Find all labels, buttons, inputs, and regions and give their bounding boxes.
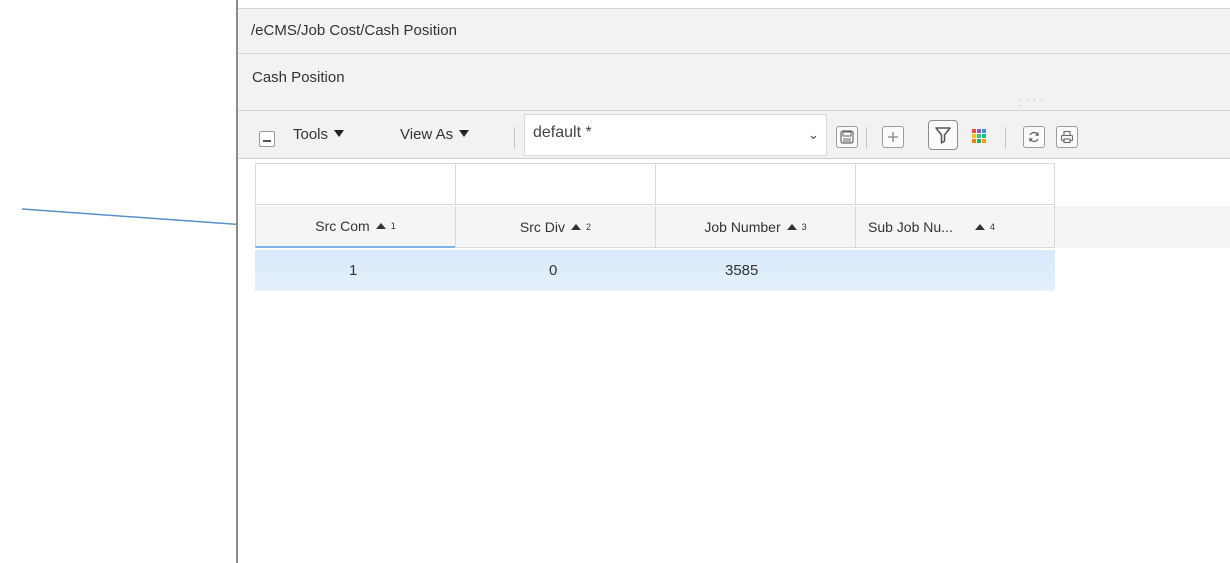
refresh-button[interactable] bbox=[1023, 126, 1045, 148]
column-colors-button[interactable] bbox=[970, 127, 988, 145]
caret-down-icon bbox=[334, 130, 345, 137]
save-icon bbox=[840, 130, 854, 144]
view-as-menu-label: View As bbox=[400, 126, 454, 143]
column-header-row: Src Com 1 Src Div 2 Job Number 3 Sub Job Nu… bbox=[255, 206, 1055, 248]
sort-order-index: 2 bbox=[586, 221, 592, 232]
sort-ascending-icon bbox=[786, 223, 797, 230]
filter-button[interactable] bbox=[928, 120, 958, 150]
print-button[interactable] bbox=[1056, 126, 1078, 148]
tools-menu-label: Tools bbox=[293, 126, 329, 143]
table-row[interactable]: 1 0 3585 bbox=[255, 250, 1055, 291]
cell-sub-job-number bbox=[855, 250, 1055, 291]
filter-cell-sub-job[interactable] bbox=[855, 163, 1055, 205]
sort-order-index: 4 bbox=[989, 221, 995, 232]
sort-ascending-icon bbox=[974, 223, 985, 230]
collapse-icon[interactable] bbox=[259, 131, 275, 147]
chevron-down-icon: ⌄ bbox=[808, 127, 819, 142]
column-header-sub-job-number[interactable]: Sub Job Nu... 4 bbox=[855, 206, 1055, 248]
column-header-src-div[interactable]: Src Div 2 bbox=[455, 206, 655, 248]
panel-title: Cash Position bbox=[252, 69, 345, 86]
column-header-label: Src Com bbox=[315, 218, 370, 234]
color-grid-icon bbox=[972, 129, 986, 143]
filter-icon bbox=[935, 127, 951, 144]
print-icon bbox=[1060, 130, 1074, 144]
sort-order-index: 1 bbox=[390, 221, 396, 231]
cash-position-window: /eCMS/Job Cost/Cash Position Cash Positi… bbox=[236, 0, 1230, 563]
toolbar-divider bbox=[514, 127, 515, 149]
breadcrumb-bar: /eCMS/Job Cost/Cash Position bbox=[238, 8, 1230, 54]
column-header-label: Src Div bbox=[519, 218, 566, 235]
view-select-value: default * bbox=[533, 124, 592, 141]
resize-grip-icon[interactable]: · · · · · bbox=[1018, 95, 1048, 110]
save-view-button[interactable] bbox=[836, 126, 858, 148]
cell-job-number: 3585 bbox=[725, 262, 759, 279]
cell-src-div: 0 bbox=[549, 262, 558, 279]
column-header-src-com[interactable]: Src Com 1 bbox=[255, 206, 455, 248]
breadcrumb: /eCMS/Job Cost/Cash Position bbox=[251, 22, 457, 39]
view-select[interactable]: default * ⌄ bbox=[524, 114, 827, 156]
tools-menu-button[interactable]: Tools bbox=[293, 123, 345, 147]
toolbar-divider bbox=[1005, 127, 1006, 149]
add-button[interactable] bbox=[882, 126, 904, 148]
panel-title-bar: Cash Position · · · · · bbox=[238, 54, 1230, 111]
filter-cell-src-com[interactable] bbox=[255, 163, 455, 205]
cell-src-com: 1 bbox=[349, 262, 358, 279]
sort-order-index: 3 bbox=[801, 221, 807, 232]
sort-ascending-icon bbox=[571, 223, 582, 230]
filter-cell-job-number[interactable] bbox=[655, 163, 855, 205]
view-as-menu-button[interactable]: View As bbox=[400, 123, 470, 147]
column-header-job-number[interactable]: Job Number 3 bbox=[655, 206, 855, 248]
caret-down-icon bbox=[459, 130, 470, 137]
filter-cell-src-div[interactable] bbox=[455, 163, 655, 205]
grid-toolbar: Tools View As default * ⌄ bbox=[238, 111, 1230, 159]
toolbar-divider bbox=[866, 127, 867, 149]
sort-ascending-icon bbox=[375, 223, 386, 229]
filter-row bbox=[255, 163, 1055, 205]
data-grid: Src Com 1 Src Div 2 Job Number 3 Sub Job Nu… bbox=[238, 159, 1230, 563]
add-icon bbox=[888, 132, 898, 142]
refresh-icon bbox=[1029, 131, 1039, 143]
column-header-label: Job Number bbox=[704, 218, 781, 235]
annotation-arrow bbox=[21, 208, 254, 231]
column-header-label: Sub Job Nu... bbox=[868, 218, 953, 235]
